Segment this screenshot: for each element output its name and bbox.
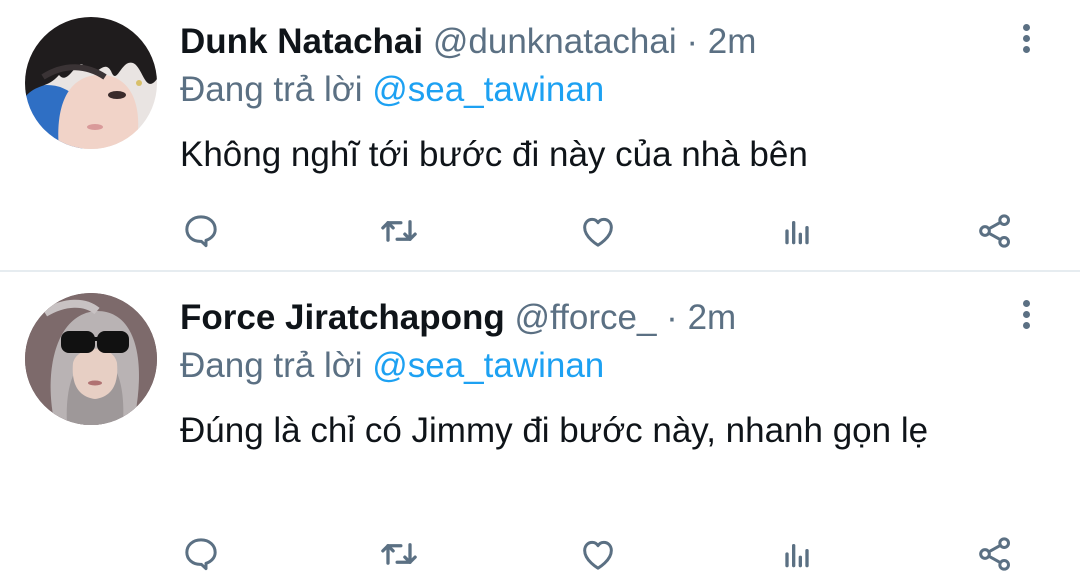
user-avatar[interactable] <box>25 293 157 425</box>
user-handle[interactable]: @fforce_ <box>515 298 657 337</box>
tweet[interactable]: Dunk Natachai @dunknatachai · 2m Đang tr… <box>0 0 1080 270</box>
separator-dot: · <box>686 22 699 61</box>
timestamp[interactable]: 2m <box>708 22 757 61</box>
share-icon[interactable] <box>970 206 1020 256</box>
tweet-actions <box>0 206 1080 256</box>
tweet-text: Đúng là chỉ có Jimmy đi bước này, nhanh … <box>180 411 929 450</box>
timestamp[interactable]: 2m <box>688 298 737 337</box>
reply-mention-link[interactable]: @sea_tawinan <box>372 70 604 109</box>
tweet[interactable]: Force Jiratchapong @fforce_ · 2m Đang tr… <box>0 272 1080 583</box>
reply-icon[interactable] <box>176 529 226 579</box>
like-icon[interactable] <box>573 529 623 579</box>
user-handle[interactable]: @dunknatachai <box>433 22 677 61</box>
tweet-header: Force Jiratchapong @fforce_ · 2m <box>180 296 736 340</box>
replying-to: Đang trả lời @sea_tawinan <box>180 344 604 388</box>
user-avatar[interactable] <box>25 17 157 149</box>
replying-to-label: Đang trả lời <box>180 70 363 109</box>
more-vertical-icon[interactable] <box>1012 24 1040 60</box>
like-icon[interactable] <box>573 206 623 256</box>
reply-mention-link[interactable]: @sea_tawinan <box>372 346 604 385</box>
reply-icon[interactable] <box>176 206 226 256</box>
retweet-icon[interactable] <box>374 206 424 256</box>
more-vertical-icon[interactable] <box>1012 300 1040 336</box>
views-icon[interactable] <box>772 206 822 256</box>
share-icon[interactable] <box>970 529 1020 579</box>
separator-dot: · <box>666 298 678 337</box>
retweet-icon[interactable] <box>374 529 424 579</box>
display-name[interactable]: Force Jiratchapong <box>180 298 505 337</box>
tweet-actions <box>0 529 1080 579</box>
tweet-text: Không nghĩ tới bước đi này của nhà bên <box>180 135 808 174</box>
replying-to-label: Đang trả lời <box>180 346 363 385</box>
display-name[interactable]: Dunk Natachai <box>180 22 423 61</box>
views-icon[interactable] <box>772 529 822 579</box>
tweet-header: Dunk Natachai @dunknatachai · 2m <box>180 20 756 64</box>
replying-to: Đang trả lời @sea_tawinan <box>180 68 604 112</box>
